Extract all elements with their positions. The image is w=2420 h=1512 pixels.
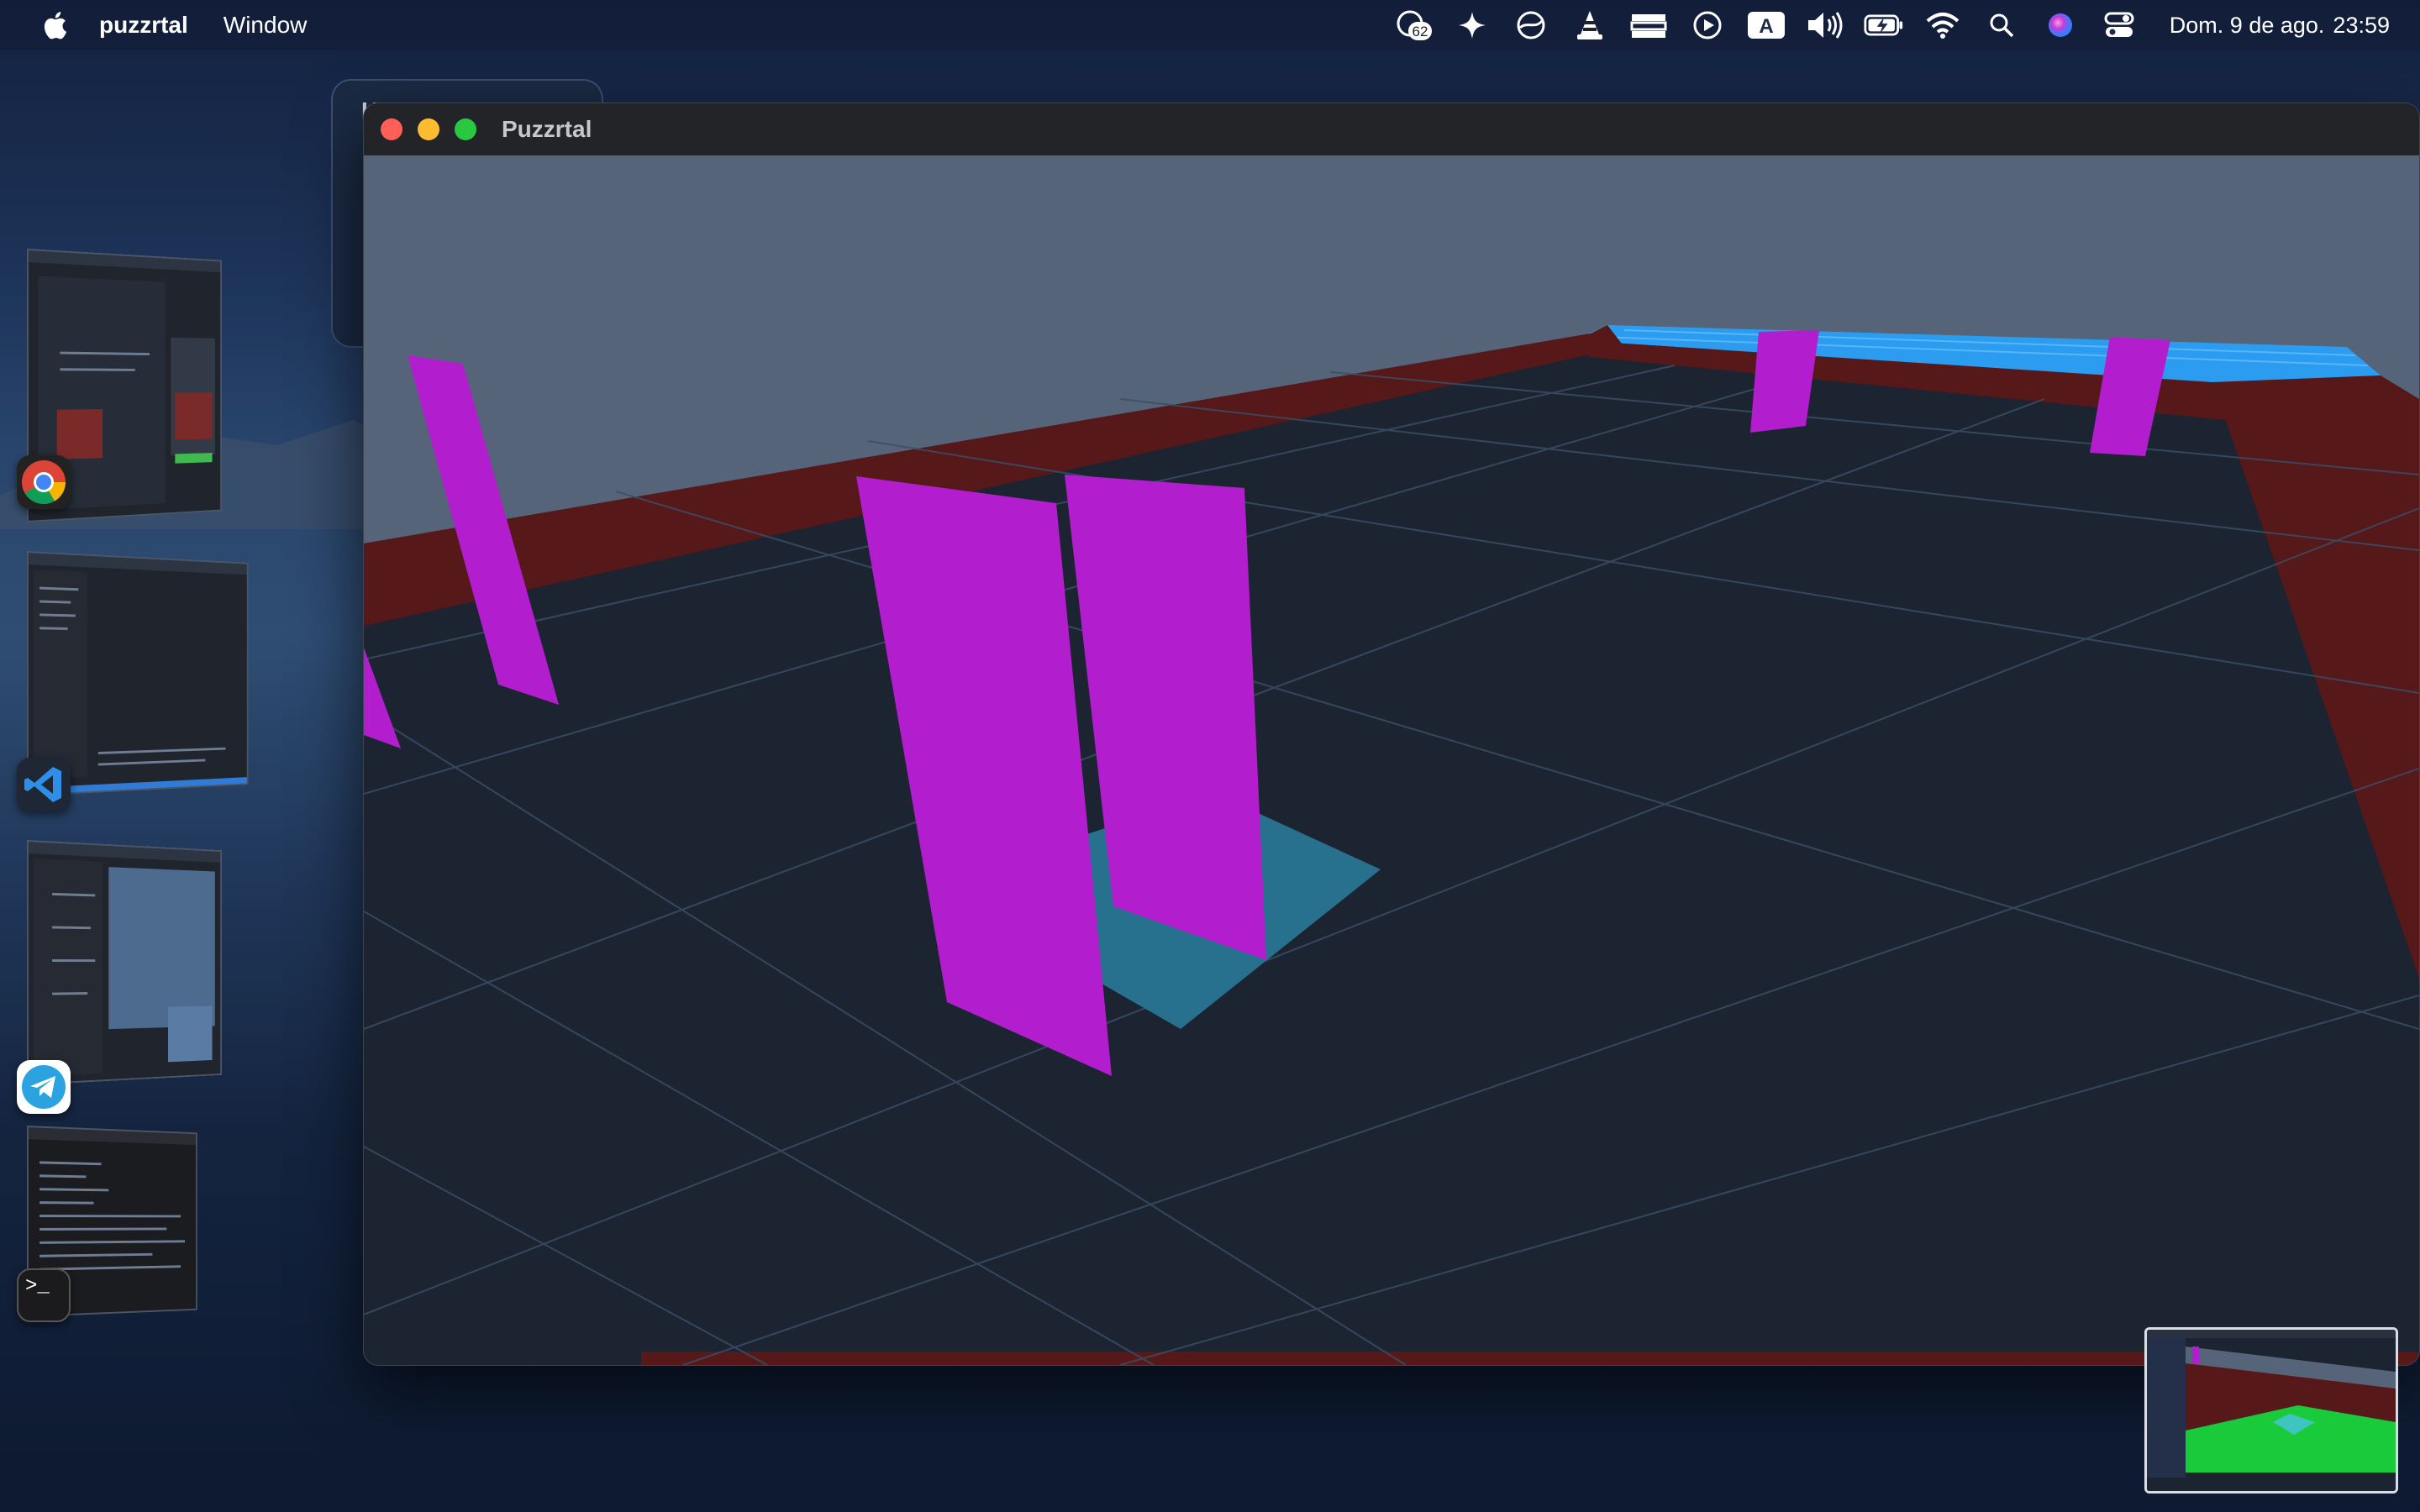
sparkle-icon[interactable] bbox=[1452, 5, 1492, 45]
menu-bar: puzzrtal Window 62 A Dom. 9 de ago. 23:5… bbox=[0, 0, 2420, 50]
close-button[interactable] bbox=[381, 118, 402, 140]
active-app-name[interactable]: puzzrtal bbox=[99, 12, 188, 39]
volume-icon[interactable] bbox=[1805, 5, 1845, 45]
minimize-button[interactable] bbox=[418, 118, 439, 140]
stack-icon[interactable] bbox=[1628, 5, 1669, 45]
menu-window[interactable]: Window bbox=[224, 12, 308, 39]
window-preview-thumbnail[interactable] bbox=[2144, 1327, 2398, 1494]
siri-icon[interactable] bbox=[2040, 5, 2081, 45]
wifi-icon[interactable] bbox=[1923, 5, 1963, 45]
zoom-button[interactable] bbox=[455, 118, 476, 140]
terminal-icon[interactable]: >_ bbox=[17, 1268, 71, 1322]
telegram-icon[interactable] bbox=[17, 1060, 71, 1114]
apple-menu-icon[interactable] bbox=[32, 11, 77, 39]
clock-date: Dom. 9 de ago. bbox=[2169, 12, 2325, 38]
preview-scene bbox=[2147, 1330, 2396, 1491]
vlc-cone-icon[interactable] bbox=[1570, 5, 1610, 45]
stage-thumb-telegram[interactable] bbox=[27, 840, 222, 1085]
chrome-icon[interactable] bbox=[17, 455, 71, 509]
window-titlebar[interactable]: Puzzrtal bbox=[364, 103, 2419, 155]
search-icon[interactable] bbox=[1981, 5, 2022, 45]
play-circle-icon[interactable] bbox=[1687, 5, 1728, 45]
control-center-icon[interactable] bbox=[2099, 5, 2139, 45]
globe-vpn-icon[interactable] bbox=[1511, 5, 1551, 45]
clock-time: 23:59 bbox=[2333, 12, 2390, 38]
window-title: Puzzrtal bbox=[502, 116, 592, 142]
notification-badge-count: 62 bbox=[1412, 24, 1428, 39]
menu-clock[interactable]: Dom. 9 de ago. 23:59 bbox=[2170, 13, 2390, 39]
input-source-label: A bbox=[1759, 15, 1773, 38]
battery-charging-icon[interactable] bbox=[1864, 5, 1904, 45]
notification-badge-icon[interactable]: 62 bbox=[1393, 5, 1434, 45]
input-source-icon[interactable]: A bbox=[1746, 5, 1786, 45]
game-viewport[interactable] bbox=[364, 155, 2419, 1365]
terminal-prompt-label: >_ bbox=[25, 1275, 50, 1298]
vscode-icon[interactable] bbox=[17, 758, 71, 811]
puzzrtal-window[interactable]: Puzzrtal bbox=[363, 102, 2420, 1366]
